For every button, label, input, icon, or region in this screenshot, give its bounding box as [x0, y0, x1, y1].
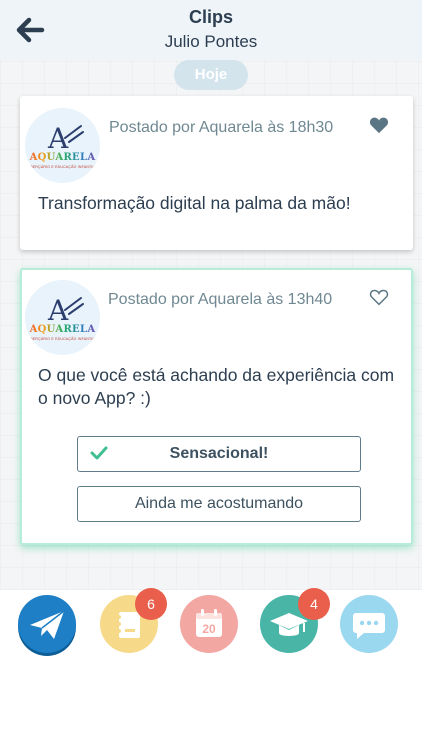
page-subtitle: Julio Pontes [164, 32, 258, 51]
bottom-nav: 6 20 4 [0, 588, 422, 750]
avatar-brand-name: AQUARELA [25, 152, 100, 163]
app-header: Clips Julio Pontes [0, 0, 422, 60]
poll-option-label: Sensacional! [169, 445, 269, 462]
nav-send-button[interactable] [18, 595, 76, 653]
avatar-tagline: BERÇÁRIO E EDUCAÇÃO INFANTIL [30, 165, 95, 169]
post-meta: Postado por Aquarela às 18h30 [109, 119, 334, 136]
post-card: A AQUARELA BERÇÁRIO E EDUCAÇÃO INFANTIL … [20, 96, 413, 250]
nav-notebook-button[interactable]: 6 [100, 588, 167, 653]
clips-feed[interactable]: Hoje A AQUARELA BERÇÁRIO E EDUCAÇÃO INFA… [0, 60, 422, 590]
avatar-brand-name: AQUARELA [25, 324, 100, 335]
avatar-tagline: BERÇÁRIO E EDUCAÇÃO INFANTIL [30, 337, 95, 341]
poll-post-card: A AQUARELA BERÇÁRIO E EDUCAÇÃO INFANTIL … [20, 268, 413, 545]
notification-badge: 6 [135, 588, 167, 620]
post-meta: Postado por Aquarela às 13h40 [108, 291, 333, 308]
nav-chat-button[interactable] [340, 595, 398, 653]
heart-outline-icon[interactable] [369, 288, 389, 306]
check-icon [90, 446, 108, 460]
date-separator: Hoje [174, 60, 248, 90]
aquarela-logo-icon: A [47, 122, 84, 155]
notification-badge: 4 [298, 588, 330, 620]
chat-bubble-icon [353, 613, 385, 639]
poll-option-ainda-me-acostumando[interactable]: Ainda me acostumando [77, 486, 361, 522]
poll-question: O que você está achando da experiência c… [38, 365, 395, 408]
poll-option-label: Ainda me acostumando [134, 495, 304, 512]
nav-calendar-button[interactable]: 20 [180, 595, 238, 653]
nav-graduation-button[interactable]: 4 [260, 588, 330, 653]
calendar-day-text: 20 [202, 622, 216, 636]
heart-filled-icon[interactable] [369, 116, 389, 134]
school-avatar: A AQUARELA BERÇÁRIO E EDUCAÇÃO INFANTIL [25, 280, 100, 355]
poll-option-sensacional[interactable]: Sensacional! [77, 436, 361, 472]
school-avatar: A AQUARELA BERÇÁRIO E EDUCAÇÃO INFANTIL [25, 108, 100, 183]
paper-plane-icon [30, 610, 65, 639]
page-title: Clips [188, 7, 233, 27]
calendar-icon: 20 [196, 609, 222, 637]
post-message: Transformação digital na palma da mão! [38, 193, 351, 213]
aquarela-logo-icon: A [47, 294, 84, 327]
